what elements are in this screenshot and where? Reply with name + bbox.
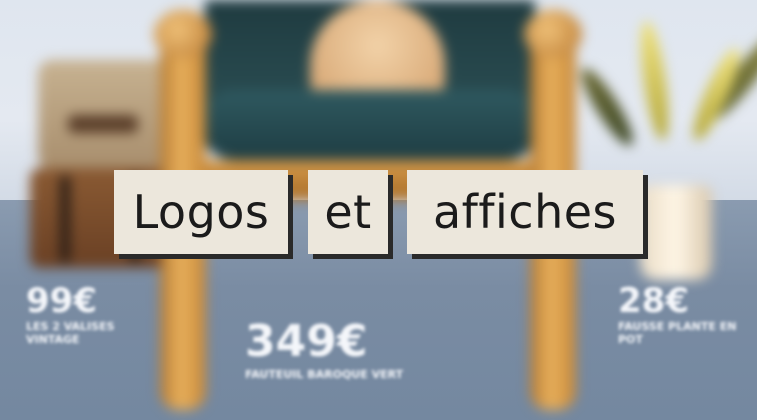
price-tag-armchair: 349€ FAUTEUIL BAROQUE VERT xyxy=(245,316,404,382)
chair-post-left xyxy=(154,10,212,410)
plant-leaf xyxy=(573,62,641,151)
price-amount: 349€ xyxy=(245,316,368,367)
price-label: LES 2 VALISES VINTAGE xyxy=(26,320,115,346)
suitcase-top xyxy=(38,60,168,170)
price-label: FAUSSE PLANTE EN POT xyxy=(618,320,737,346)
background-photo: 99€ LES 2 VALISES VINTAGE 349€ FAUTEUIL … xyxy=(0,0,757,420)
price-amount: 28€ xyxy=(618,281,689,321)
price-label: FAUTEUIL BAROQUE VERT xyxy=(245,368,404,381)
chair-seat xyxy=(200,90,540,160)
price-tag-suitcases: 99€ LES 2 VALISES VINTAGE xyxy=(26,284,166,346)
chair-apron xyxy=(190,160,550,200)
plant-leaf xyxy=(635,19,674,142)
suitcase-bottom xyxy=(30,168,175,268)
chair-post-right xyxy=(524,10,582,410)
price-amount: 99€ xyxy=(26,281,97,321)
plant-pot xyxy=(640,185,712,280)
price-tag-plant: 28€ FAUSSE PLANTE EN POT xyxy=(618,284,753,346)
